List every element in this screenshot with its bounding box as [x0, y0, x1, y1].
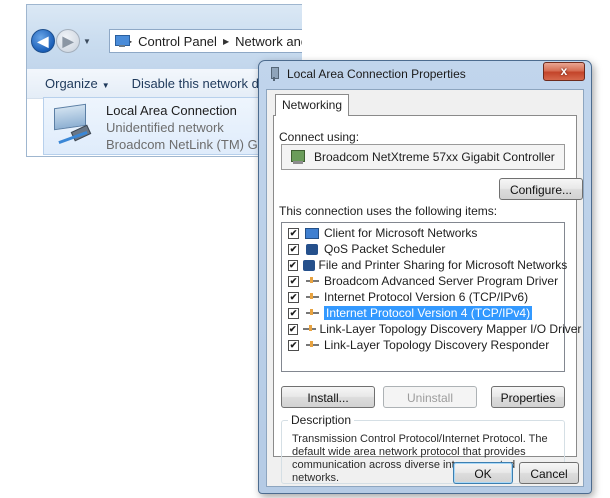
connection-adapter: Broadcom NetLink (TM) Gigab [106, 137, 283, 152]
protocol-icon [304, 339, 320, 352]
item-label: Internet Protocol Version 6 (TCP/IPv6) [324, 290, 529, 304]
back-arrow-icon[interactable]: ◀ [31, 29, 55, 53]
components-list[interactable]: ✔ Client for Microsoft Networks ✔ QoS Pa… [281, 222, 581, 372]
item-checkbox[interactable]: ✔ [288, 323, 298, 335]
close-button[interactable]: x [543, 62, 585, 81]
list-item[interactable]: ✔ Link-Layer Topology Discovery Mapper I… [282, 321, 581, 337]
protocol-icon [304, 291, 320, 304]
adapter-name: Broadcom NetXtreme 57xx Gigabit Controll… [314, 150, 555, 164]
item-checkbox[interactable]: ✔ [288, 243, 299, 255]
item-checkbox[interactable]: ✔ [288, 307, 299, 319]
list-item[interactable]: ✔ Link-Layer Topology Discovery Responde… [282, 337, 564, 353]
item-checkbox[interactable]: ✔ [288, 227, 299, 239]
list-item[interactable]: ✔ Client for Microsoft Networks [282, 225, 564, 241]
protocol-icon [304, 275, 320, 288]
item-label: Broadcom Advanced Server Program Driver [324, 274, 559, 288]
share-icon [303, 259, 315, 272]
breadcrumb-control-panel[interactable]: Control Panel [138, 34, 217, 49]
list-item[interactable]: ✔ QoS Packet Scheduler [282, 241, 564, 257]
navigation-buttons: ◀ ▶ ▼ [31, 27, 95, 55]
recent-pages-dropdown-icon[interactable]: ▼ [83, 37, 91, 46]
ok-button[interactable]: OK [453, 462, 513, 484]
forward-arrow-icon[interactable]: ▶ [56, 29, 80, 53]
connection-properties-dialog: Local Area Connection Properties x Netwo… [258, 60, 592, 494]
disable-network-device-button[interactable]: Disable this network de [132, 76, 266, 91]
item-label: QoS Packet Scheduler [324, 242, 446, 256]
list-item-selected[interactable]: ✔ Internet Protocol Version 4 (TCP/IPv4) [282, 305, 564, 321]
network-adapter-icon [50, 102, 98, 146]
list-item[interactable]: ✔ Internet Protocol Version 6 (TCP/IPv6) [282, 289, 564, 305]
item-checkbox[interactable]: ✔ [288, 275, 299, 287]
connection-status: Unidentified network [106, 120, 224, 135]
items-label: This connection uses the following items… [279, 204, 498, 218]
dialog-title: Local Area Connection Properties [287, 67, 466, 81]
description-legend: Description [288, 413, 355, 427]
network-adapter-icon [290, 149, 306, 165]
address-bar[interactable]: ▶ Control Panel ▶ Network and [109, 29, 302, 53]
item-checkbox[interactable]: ✔ [288, 291, 299, 303]
protocol-icon [304, 307, 320, 320]
configure-button[interactable]: Configure... [499, 178, 583, 200]
list-item[interactable]: ✔ Broadcom Advanced Server Program Drive… [282, 273, 564, 289]
properties-button[interactable]: Properties [491, 386, 565, 408]
connection-details: Local Area Connection Unidentified netwo… [106, 102, 282, 153]
item-checkbox[interactable]: ✔ [288, 259, 298, 271]
adapter-display: Broadcom NetXtreme 57xx Gigabit Controll… [281, 144, 565, 170]
organize-button[interactable]: Organize ▼ [45, 76, 110, 91]
item-label: Link-Layer Topology Discovery Mapper I/O… [319, 322, 582, 336]
breadcrumb-separator-icon[interactable]: ▶ [223, 37, 229, 46]
cancel-button[interactable]: Cancel [519, 462, 579, 484]
item-label: File and Printer Sharing for Microsoft N… [318, 258, 568, 272]
item-label: Internet Protocol Version 4 (TCP/IPv4) [324, 306, 533, 320]
organize-label: Organize [45, 76, 98, 91]
install-button[interactable]: Install... [281, 386, 375, 408]
breadcrumb-network[interactable]: Network and [235, 34, 302, 49]
chevron-down-icon: ▼ [101, 81, 110, 90]
connection-name: Local Area Connection [106, 103, 237, 118]
item-label: Client for Microsoft Networks [324, 226, 478, 240]
dialog-title-bar[interactable]: Local Area Connection Properties x [259, 61, 591, 87]
network-connection-icon [267, 67, 281, 81]
dialog-client-area: Networking Connect using: Broadcom NetXt… [266, 89, 584, 487]
item-checkbox[interactable]: ✔ [288, 339, 299, 351]
protocol-icon [303, 323, 316, 336]
tab-networking[interactable]: Networking [275, 94, 350, 116]
qos-icon [304, 243, 320, 256]
item-label: Link-Layer Topology Discovery Responder [324, 338, 550, 352]
explorer-chrome: ◀ ▶ ▼ ▶ Control Panel ▶ Network and [27, 5, 302, 69]
connect-using-label: Connect using: [279, 130, 360, 144]
list-item[interactable]: ✔ File and Printer Sharing for Microsoft… [282, 257, 567, 273]
client-icon [304, 227, 320, 240]
uninstall-button[interactable]: Uninstall [383, 386, 477, 408]
